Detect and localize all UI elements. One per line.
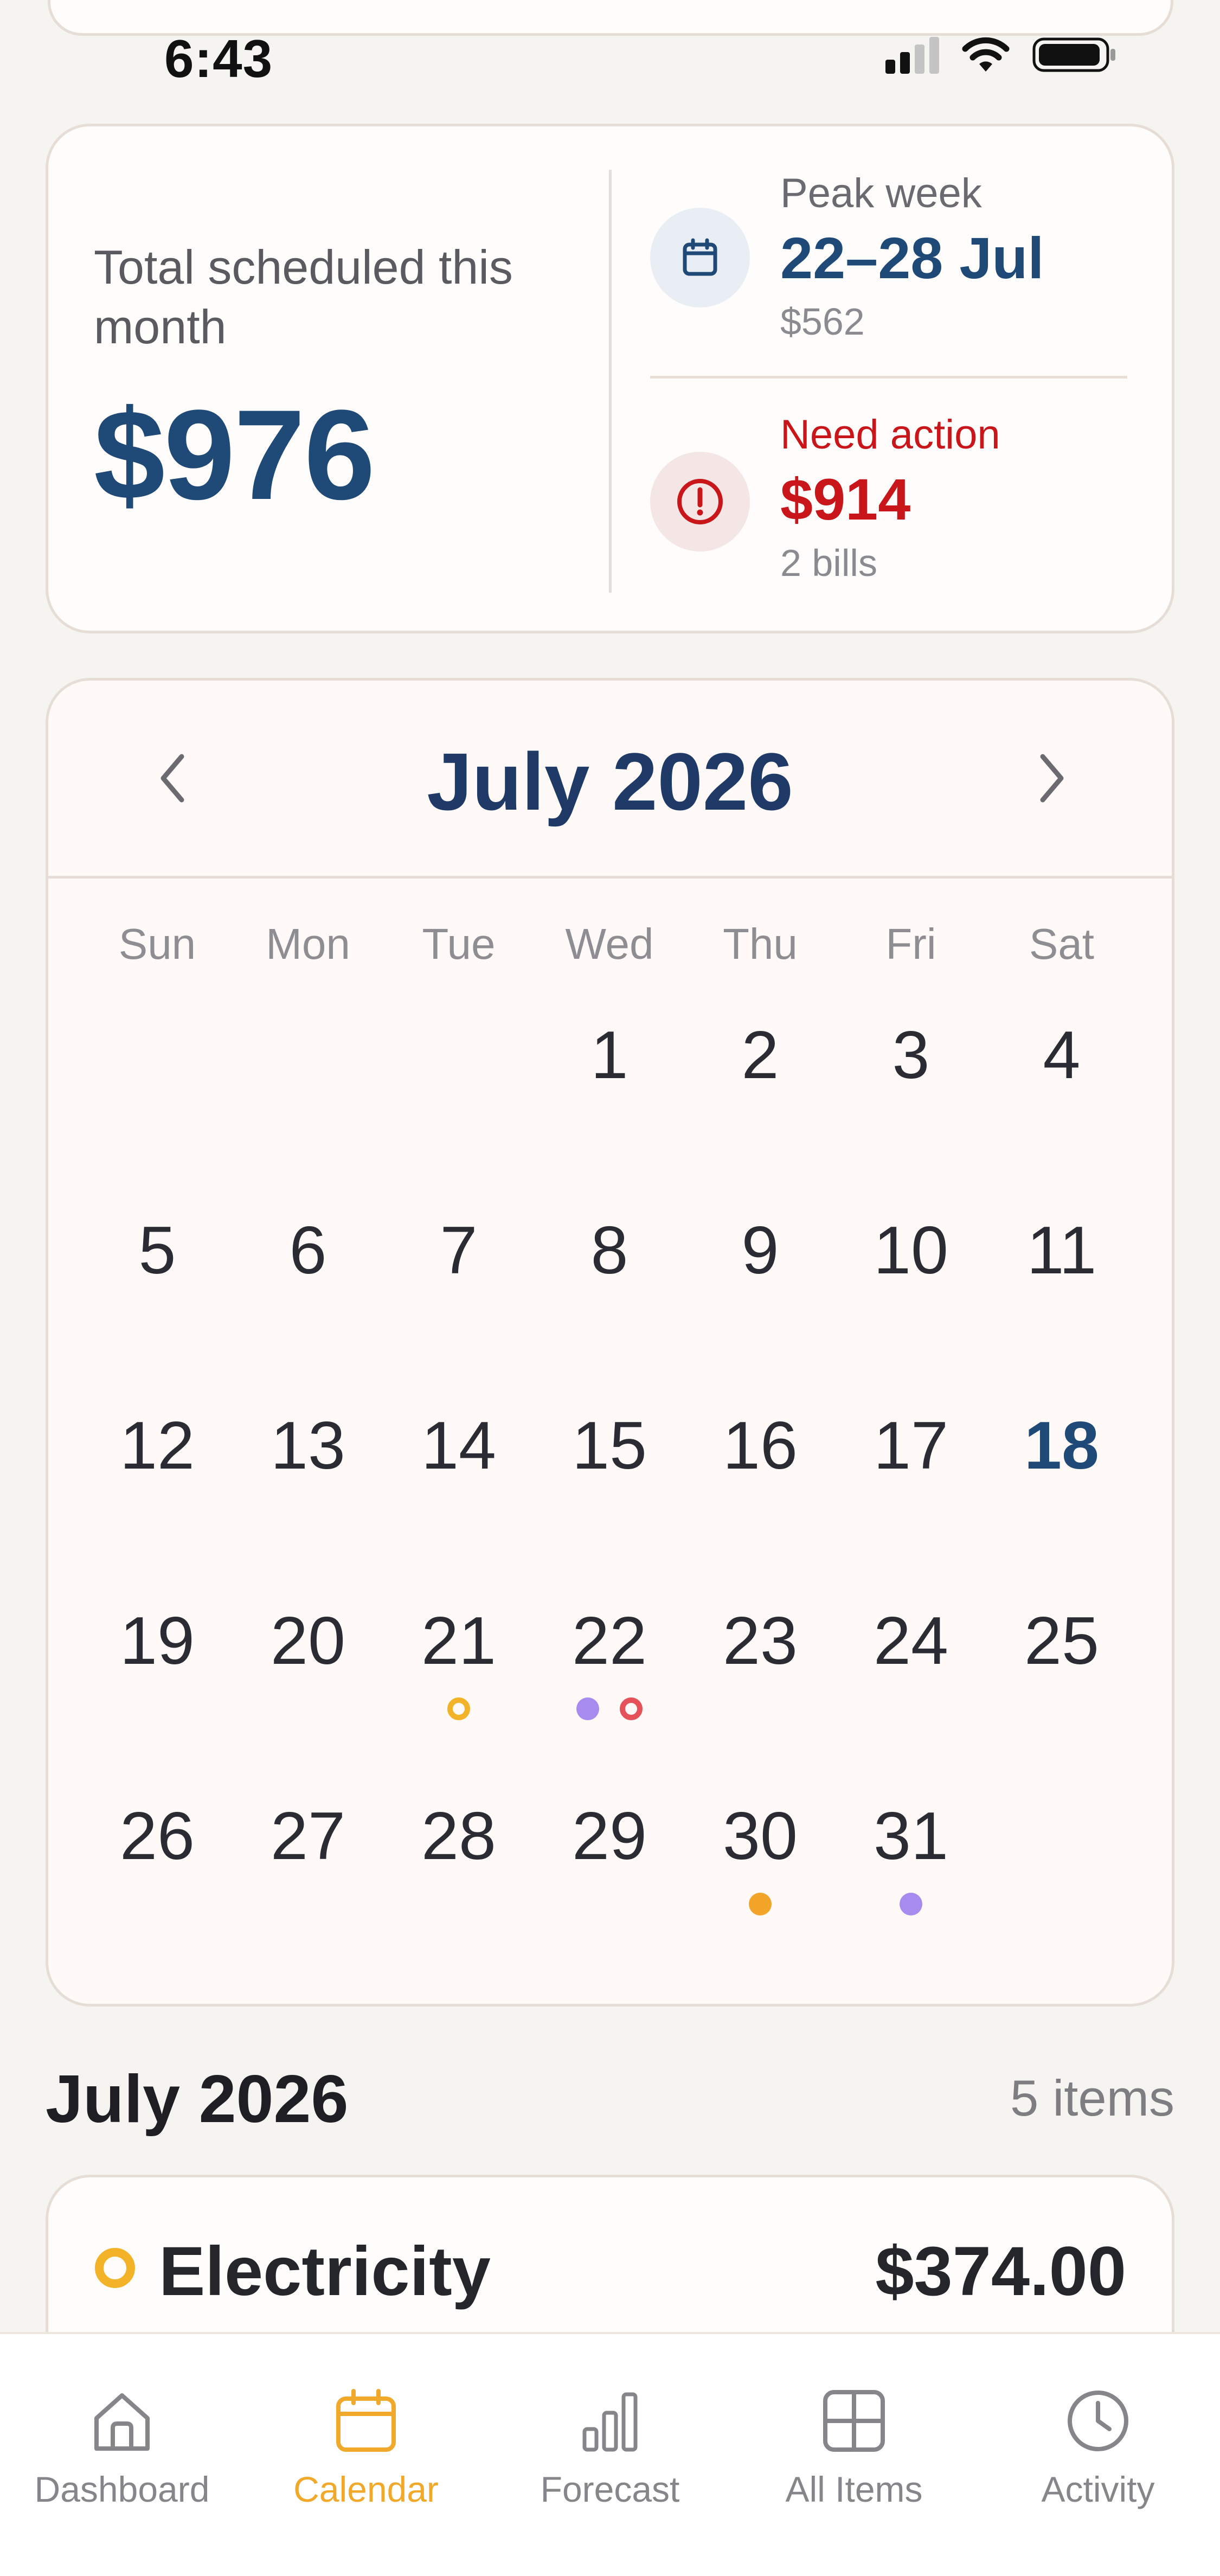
calendar-day[interactable]: 23 [685,1603,836,1680]
need-action-icon-badge [650,452,750,552]
bill-markers [685,1893,836,1915]
calendar-day[interactable]: 2 [685,1017,836,1094]
peak-week-icon-badge [650,208,750,307]
calendar-day[interactable]: 17 [836,1407,986,1484]
calendar-day[interactable]: 12 [82,1407,233,1484]
summary-vertical-divider [609,170,612,593]
cellular-signal-icon [885,37,939,74]
clock-icon [1068,2391,1128,2451]
wifi-icon [962,37,1010,72]
calendar-icon [683,238,717,276]
home-icon [94,2393,150,2451]
status-time: 6:43 [164,29,273,88]
need-action-amount: $914 [780,466,911,532]
bill-marker-dot [749,1893,772,1915]
calendar-day-today[interactable]: 18 [986,1407,1137,1484]
calendar-day[interactable]: 4 [986,1017,1137,1094]
calendar-day[interactable]: 30 [685,1798,836,1875]
next-month-button[interactable] [1024,751,1078,805]
bill-name: Electricity [159,2233,491,2310]
calendar-day[interactable]: 7 [383,1212,534,1289]
tab-dashboard[interactable]: Dashboard [0,2383,244,2510]
peak-week-title: Peak week [780,170,982,216]
alert-circle-icon [677,479,723,524]
calendar-day[interactable]: 15 [534,1407,685,1484]
calendar-day[interactable]: 16 [685,1407,836,1484]
tab-label: Activity [1041,2469,1155,2509]
weekday-label: Tue [422,920,496,968]
summary-horizontal-divider [650,376,1127,379]
calendar-day[interactable]: 5 [82,1212,233,1289]
weekday-label: Thu [723,920,798,968]
weekday-label: Mon [266,920,350,968]
calendar-day[interactable]: 20 [233,1603,383,1680]
bill-markers [534,1697,685,1720]
peak-week-amount: $562 [780,300,865,343]
calendar-day[interactable]: 19 [82,1603,233,1680]
need-action-title: Need action [780,412,1000,458]
tab-label: Dashboard [34,2469,210,2509]
calendar-day[interactable]: 29 [534,1798,685,1875]
tab-forecast[interactable]: Forecast [488,2383,732,2510]
calendar-day[interactable]: 3 [836,1017,986,1094]
bar-chart-icon [582,2392,638,2452]
bill-markers [836,1893,986,1915]
tab-label: Calendar [293,2469,439,2509]
weekday-label: Sun [118,920,196,968]
calendar-card: July 2026 Sun Mon Tue Wed Thu Fri Sat 12345678… [46,678,1174,2007]
calendar-day[interactable]: 10 [836,1212,986,1289]
calendar-day[interactable]: 22 [534,1603,685,1680]
calendar-day[interactable]: 24 [836,1603,986,1680]
list-section-title: July 2026 [46,2062,349,2137]
calendar-day[interactable]: 8 [534,1212,685,1289]
bill-amount: $374.00 [875,2233,1126,2310]
bill-marker-ring [620,1697,643,1720]
status-icons [885,36,1117,74]
calendar-day[interactable]: 11 [986,1212,1137,1289]
calendar-month-title: July 2026 [427,736,793,827]
calendar-icon [336,2389,396,2452]
grid-icon [823,2390,885,2452]
calendar-day[interactable]: 27 [233,1798,383,1875]
tab-label: Forecast [540,2469,680,2509]
weekday-header-row: Sun Mon Tue Wed Thu Fri Sat [48,919,1172,973]
need-action-count: 2 bills [780,542,877,584]
calendar-day[interactable]: 14 [383,1407,534,1484]
bill-marker-dot [576,1697,599,1720]
chevron-right-icon [1040,754,1064,803]
bill-marker-ring [447,1697,470,1720]
calendar-day[interactable]: 28 [383,1798,534,1875]
battery-icon [1032,37,1115,72]
tab-all-items[interactable]: All Items [732,2383,976,2510]
total-scheduled-amount: $976 [94,383,375,527]
calendar-day[interactable]: 25 [986,1603,1137,1680]
tab-calendar[interactable]: Calendar [244,2383,488,2510]
peak-week-range: 22–28 Jul [780,225,1044,291]
weekday-label: Fri [885,920,936,968]
bill-status-marker [95,2248,135,2288]
calendar-day[interactable]: 31 [836,1798,986,1875]
weekday-label: Wed [565,920,654,968]
monthly-summary-card: Total scheduled this month $976 Peak wee… [46,124,1174,633]
calendar-day[interactable]: 21 [383,1603,534,1680]
bottom-tab-bar: Dashboard Calendar Forecast All Items Ac… [0,2332,1220,2576]
calendar-day[interactable]: 6 [233,1212,383,1289]
bill-marker-dot [900,1893,922,1915]
calendar-header: July 2026 [48,681,1172,879]
calendar-day[interactable]: 9 [685,1212,836,1289]
calendar-day[interactable]: 26 [82,1798,233,1875]
tab-activity[interactable]: Activity [976,2383,1220,2510]
weekday-label: Sat [1029,920,1095,968]
list-item-count: 5 items [1010,2069,1174,2126]
total-scheduled-label: Total scheduled this month [94,240,513,354]
calendar-day[interactable]: 1 [534,1017,685,1094]
calendar-day[interactable]: 13 [233,1407,383,1484]
tab-label: All Items [785,2469,923,2509]
bill-markers [383,1697,534,1720]
